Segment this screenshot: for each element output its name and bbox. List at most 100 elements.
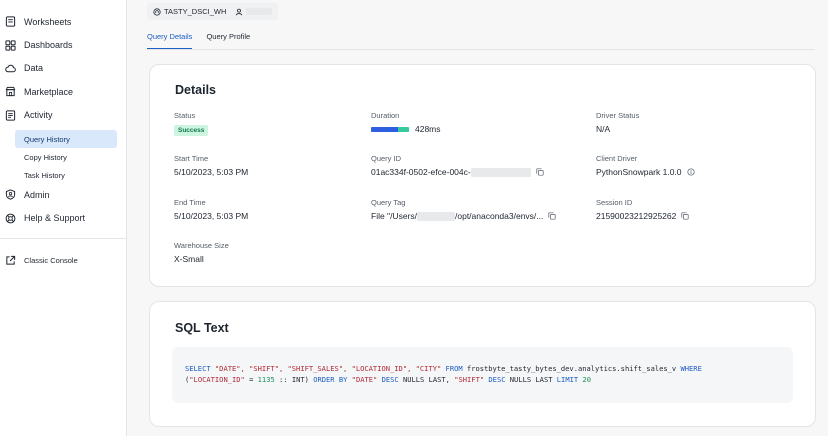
duration-text: 428ms: [415, 124, 441, 134]
sql-token: WHERE: [680, 364, 702, 373]
query-tag-value: File "/Users/ /opt/anaconda3/envs/...: [371, 211, 556, 221]
sidebar-subitem-copy-history[interactable]: Copy History: [15, 148, 117, 166]
copy-icon[interactable]: [543, 212, 556, 220]
duration-bar: [371, 126, 409, 132]
warehouse-chip[interactable]: TASTY_DSCI_WH: [153, 7, 226, 16]
user-chip[interactable]: [235, 8, 273, 16]
query-tag-text-start: File "/Users/: [371, 211, 417, 221]
sidebar-item-dashboards[interactable]: Dashboards: [0, 33, 127, 56]
worksheets-icon: [5, 16, 16, 27]
warehouse-name: TASTY_DSCI_WH: [164, 7, 227, 16]
query-id-value: 01ac334f-0502-efce-004c-: [371, 167, 544, 177]
sidebar-subitem-query-history[interactable]: Query History: [15, 130, 117, 148]
sql-token: =: [249, 374, 254, 384]
query-tabs: Query Details Query Profile: [147, 32, 264, 50]
end-time-value: 5/10/2023, 5:03 PM: [174, 211, 249, 221]
sidebar-item-label: Marketplace: [24, 86, 74, 97]
sql-title: SQL Text: [175, 321, 229, 335]
help-icon: [5, 213, 16, 224]
end-time-label: End Time: [174, 198, 206, 207]
copy-icon[interactable]: [531, 168, 544, 176]
sql-token: "DATE": [351, 374, 378, 384]
sidebar-item-help-support[interactable]: Help & Support: [0, 206, 127, 229]
sql-token: :: INT): [279, 374, 309, 384]
status-label: Status: [174, 111, 196, 120]
client-driver-text: PythonSnowpark 1.0.0: [596, 167, 682, 177]
classic-console-link[interactable]: Classic Console: [0, 249, 127, 272]
sidebar-subitem-label: Task History: [24, 170, 65, 180]
session-id-value: 21590023212925262: [596, 211, 689, 221]
sql-code-block[interactable]: SELECT "DATE", "SHIFT", "SHIFT_SALES", "…: [172, 347, 793, 403]
details-card: Details Status Success Duration 428ms Dr…: [149, 64, 816, 287]
sidebar-item-label: Help & Support: [24, 213, 86, 224]
redacted-query-id: [470, 167, 531, 177]
sidebar: Worksheets Dashboards Data Marketplace A…: [0, 0, 127, 436]
sidebar-item-label: Dashboards: [24, 40, 73, 51]
sql-token: DESC: [488, 374, 506, 384]
warehouse-size-label: Warehouse Size: [174, 241, 229, 250]
warehouse-icon: [153, 7, 161, 16]
sql-token: "SHIFT": [454, 374, 485, 384]
driver-status-value: N/A: [596, 124, 611, 134]
sidebar-subitem-label: Query History: [24, 134, 70, 144]
warehouse-size-value: X-Small: [174, 254, 204, 264]
user-icon: [236, 8, 243, 15]
sql-token: DESC: [381, 374, 399, 384]
sql-token: NULLS LAST: [509, 374, 553, 384]
client-driver-value: PythonSnowpark 1.0.0: [596, 167, 695, 177]
redacted-username: [246, 8, 273, 15]
shield-icon: [5, 189, 16, 200]
sidebar-item-label: Worksheets: [24, 16, 72, 27]
sidebar-item-admin[interactable]: Admin: [0, 183, 127, 206]
sql-token: NULLS LAST,: [402, 374, 450, 384]
sidebar-item-activity[interactable]: Activity: [0, 104, 127, 127]
start-time-label: Start Time: [174, 154, 209, 163]
sql-token: 1135: [257, 374, 275, 384]
context-chips: TASTY_DSCI_WH: [147, 3, 279, 20]
sql-token: LIMIT: [556, 374, 579, 384]
sql-token: SELECT: [185, 364, 211, 373]
sql-token: ORDER BY: [313, 374, 348, 384]
sql-token: FROM: [445, 364, 463, 373]
sidebar-item-label: Data: [24, 63, 44, 74]
sql-token: frostbyte_tasty_bytes_dev.analytics.shif…: [466, 364, 677, 373]
sidebar-item-marketplace[interactable]: Marketplace: [0, 80, 127, 103]
sql-token: "DATE", "SHIFT", "SHIFT_SALES", "LOCATIO…: [214, 364, 442, 373]
sidebar-item-data[interactable]: Data: [0, 57, 127, 80]
copy-icon[interactable]: [676, 212, 689, 220]
sidebar-item-worksheets[interactable]: Worksheets: [0, 10, 127, 33]
cloud-icon: [5, 63, 16, 74]
start-time-value: 5/10/2023, 5:03 PM: [174, 167, 249, 177]
details-title: Details: [175, 83, 216, 97]
duration-value: 428ms: [371, 124, 441, 134]
tabs-divider: [147, 49, 815, 50]
sidebar-item-label: Admin: [24, 189, 50, 200]
sql-token: "LOCATION_ID": [189, 374, 245, 384]
query-tag-label: Query Tag: [371, 198, 406, 207]
duration-label: Duration: [371, 111, 400, 120]
marketplace-icon: [5, 86, 16, 97]
session-id-text: 21590023212925262: [596, 211, 677, 221]
sidebar-divider: [0, 238, 127, 239]
sql-text-card: SQL Text SELECT "DATE", "SHIFT", "SHIFT_…: [149, 301, 816, 427]
sidebar-subitem-label: Copy History: [24, 152, 67, 162]
sidebar-item-label: Activity: [24, 110, 53, 121]
sidebar-subitem-task-history[interactable]: Task History: [15, 166, 117, 184]
activity-icon: [5, 110, 16, 121]
tab-query-profile[interactable]: Query Profile: [206, 32, 250, 50]
main-content: TASTY_DSCI_WH Query Details Query Profil…: [127, 0, 828, 436]
query-id-text: 01ac334f-0502-efce-004c-: [371, 167, 471, 177]
client-driver-label: Client Driver: [596, 154, 638, 163]
info-icon[interactable]: [682, 168, 695, 176]
sql-token: 20: [582, 374, 591, 384]
query-tag-text-end: /opt/anaconda3/envs/...: [455, 211, 544, 221]
classic-console-label: Classic Console: [24, 256, 78, 266]
redacted-path: [417, 211, 455, 221]
driver-status-label: Driver Status: [596, 111, 640, 120]
tab-query-details[interactable]: Query Details: [147, 32, 193, 50]
dashboards-icon: [5, 39, 16, 51]
external-link-icon: [5, 255, 16, 266]
query-id-label: Query ID: [371, 154, 402, 163]
status-badge: Success: [174, 125, 209, 136]
session-id-label: Session ID: [596, 198, 633, 207]
